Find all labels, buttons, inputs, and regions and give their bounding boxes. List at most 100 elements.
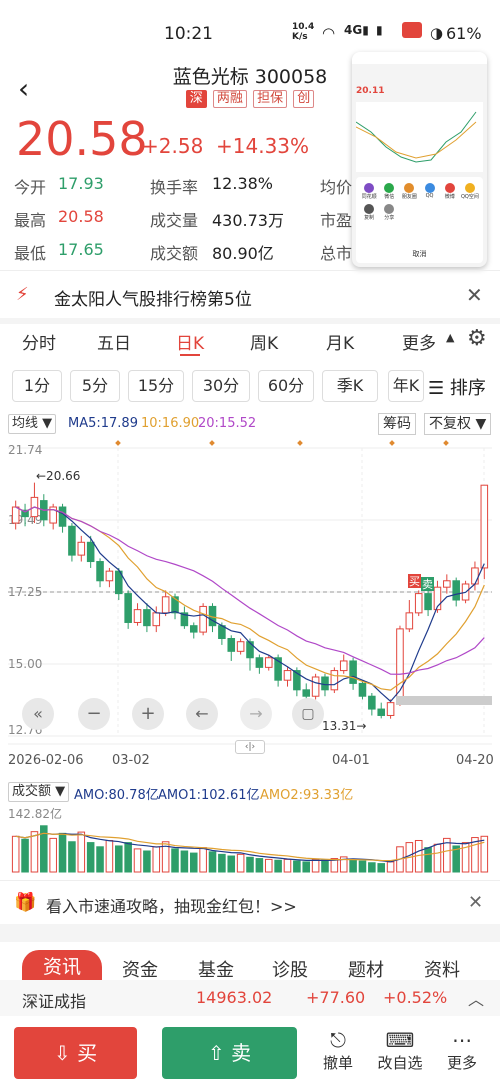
more-button[interactable]: ⋯ 更多 bbox=[444, 1028, 480, 1073]
tab-news[interactable]: 资讯 bbox=[22, 950, 102, 984]
tag-collateral: 担保 bbox=[253, 90, 288, 108]
withdraw-button[interactable]: ⎋ 撤单 bbox=[318, 1028, 358, 1073]
screenshot-preview[interactable]: 20.11 同花顺 微信 朋友圈 QQ 微博 QQ空间 复制 分享 取消 bbox=[352, 52, 487, 267]
rank-banner[interactable]: 金太阳人气股排行榜第5位 bbox=[54, 285, 252, 310]
share-item[interactable]: 分享 bbox=[380, 204, 398, 221]
ma20-value: 20:15.52 bbox=[198, 416, 257, 431]
drag-handle[interactable]: ‹|› bbox=[235, 740, 265, 754]
sell-button[interactable]: ⇧ 卖 bbox=[162, 1027, 297, 1079]
fullscreen-icon[interactable]: ▢ bbox=[292, 698, 324, 730]
candle-body bbox=[471, 567, 479, 585]
adjust-selector[interactable]: 不复权 ▼ bbox=[424, 413, 492, 435]
close-icon[interactable]: ✕ bbox=[466, 283, 483, 307]
candle-body bbox=[152, 612, 161, 627]
sell-icon: ⇧ bbox=[207, 1041, 225, 1065]
candle-body bbox=[414, 593, 423, 614]
event-marker bbox=[115, 440, 121, 446]
zoom-in-icon[interactable]: + bbox=[132, 698, 164, 730]
candle-body bbox=[443, 580, 451, 588]
candle-body bbox=[227, 638, 236, 652]
volume-bar bbox=[96, 846, 104, 873]
arrow-right-icon[interactable]: → bbox=[240, 698, 272, 730]
candle-body bbox=[199, 605, 207, 633]
active-tab-underline bbox=[180, 354, 200, 356]
close-icon[interactable]: ✕ bbox=[468, 892, 483, 913]
volume-bar bbox=[358, 860, 367, 873]
period-tab[interactable]: 日K bbox=[176, 329, 204, 354]
bottom-tab[interactable]: 基金 bbox=[198, 956, 234, 982]
chip-button[interactable]: 筹码 bbox=[378, 413, 416, 435]
share-item[interactable]: QQ bbox=[420, 183, 438, 200]
range-bar bbox=[396, 696, 492, 705]
period-tab[interactable]: 周K bbox=[250, 329, 278, 354]
candle-body bbox=[349, 660, 357, 684]
chevron-up-icon[interactable]: ︿ bbox=[468, 986, 484, 1010]
volume-bar bbox=[246, 856, 254, 873]
bottom-tab[interactable]: 资料 bbox=[424, 956, 460, 982]
settings-icon[interactable]: ⚙ bbox=[467, 326, 487, 351]
interval-button[interactable]: 年K bbox=[388, 370, 424, 402]
candle-body bbox=[396, 628, 404, 704]
period-tab[interactable]: 分时 bbox=[22, 329, 56, 354]
price-change: +2.58 +14.33% bbox=[142, 134, 310, 158]
interval-button[interactable]: 15分 bbox=[128, 370, 184, 402]
event-marker bbox=[209, 440, 215, 446]
x-tick-label: 2026-02-06 bbox=[8, 753, 84, 768]
quote-value: 430.73万 bbox=[212, 211, 284, 230]
candle-body bbox=[368, 695, 376, 710]
edit-watchlist-button[interactable]: ⌨ 改自选 bbox=[372, 1028, 428, 1073]
bottom-tab[interactable]: 题材 bbox=[348, 956, 384, 982]
high-annotation: ←20.66 bbox=[36, 469, 80, 483]
arrow-left-icon[interactable]: ← bbox=[186, 698, 218, 730]
share-item[interactable]: 复制 bbox=[360, 204, 378, 221]
volume-bar bbox=[274, 859, 282, 873]
ma-selector[interactable]: 均线 ▼ bbox=[8, 414, 57, 434]
candle-body bbox=[311, 676, 320, 697]
withdraw-label: 撤单 bbox=[322, 1054, 353, 1072]
share-item[interactable]: QQ空间 bbox=[461, 183, 479, 200]
more-arrow-icon[interactable]: ▲ bbox=[446, 331, 454, 344]
share-item[interactable]: 同花顺 bbox=[360, 183, 378, 200]
battery-level: 61% bbox=[446, 24, 482, 43]
quote-label: 市盈 bbox=[320, 211, 353, 230]
share-label: QQ bbox=[425, 193, 434, 199]
period-tab[interactable]: 五日 bbox=[97, 329, 131, 354]
period-tab[interactable]: 更多 bbox=[402, 329, 436, 354]
interval-button[interactable]: 季K bbox=[322, 370, 378, 402]
index-ticker[interactable]: 深证成指 14963.02 +77.60 +0.52% ︿ bbox=[0, 980, 500, 1016]
candle-body bbox=[480, 484, 489, 569]
candle-body bbox=[264, 657, 273, 668]
sort-button[interactable]: ☰ 排序 bbox=[428, 374, 486, 400]
volume-bar bbox=[218, 853, 226, 873]
promo-text[interactable]: 看入市速通攻略，抽现金红包！>> bbox=[46, 893, 297, 917]
candle-body bbox=[161, 596, 170, 614]
tag-margin: 两融 bbox=[212, 90, 247, 108]
volume-bar bbox=[311, 858, 320, 873]
share-item[interactable]: 朋友圈 bbox=[400, 183, 418, 200]
interval-button[interactable]: 30分 bbox=[192, 370, 250, 402]
signal-icon-2: ▮ bbox=[376, 23, 383, 37]
screenshot-icon bbox=[402, 22, 422, 38]
volume-label: 成交额 bbox=[12, 784, 52, 799]
zoom-out-icon[interactable]: − bbox=[78, 698, 110, 730]
share-cancel[interactable]: 取消 bbox=[356, 249, 483, 259]
interval-button[interactable]: 60分 bbox=[258, 370, 314, 402]
bottom-tab[interactable]: 资金 bbox=[122, 956, 158, 982]
quote-value: 17.93 bbox=[58, 174, 104, 193]
share-item[interactable]: 微信 bbox=[380, 183, 398, 200]
candle-body bbox=[58, 506, 67, 527]
quote-value: 12.38% bbox=[212, 174, 274, 193]
share-item[interactable]: 微博 bbox=[441, 183, 459, 200]
bottom-tab[interactable]: 诊股 bbox=[272, 956, 308, 982]
x-tick-label: 04-01 bbox=[332, 753, 370, 768]
quote-label: 总市 bbox=[320, 244, 353, 263]
interval-button[interactable]: 1分 bbox=[12, 370, 62, 402]
buy-button[interactable]: ⇩ 买 bbox=[14, 1027, 137, 1079]
event-marker bbox=[389, 440, 395, 446]
quote-value: 80.90亿 bbox=[212, 244, 274, 263]
interval-button[interactable]: 5分 bbox=[70, 370, 120, 402]
volume-selector[interactable]: 成交额 ▼ bbox=[8, 782, 70, 802]
fast-back-icon[interactable]: « bbox=[22, 698, 54, 730]
volume-bar bbox=[124, 842, 132, 873]
period-tab[interactable]: 月K bbox=[326, 329, 354, 354]
